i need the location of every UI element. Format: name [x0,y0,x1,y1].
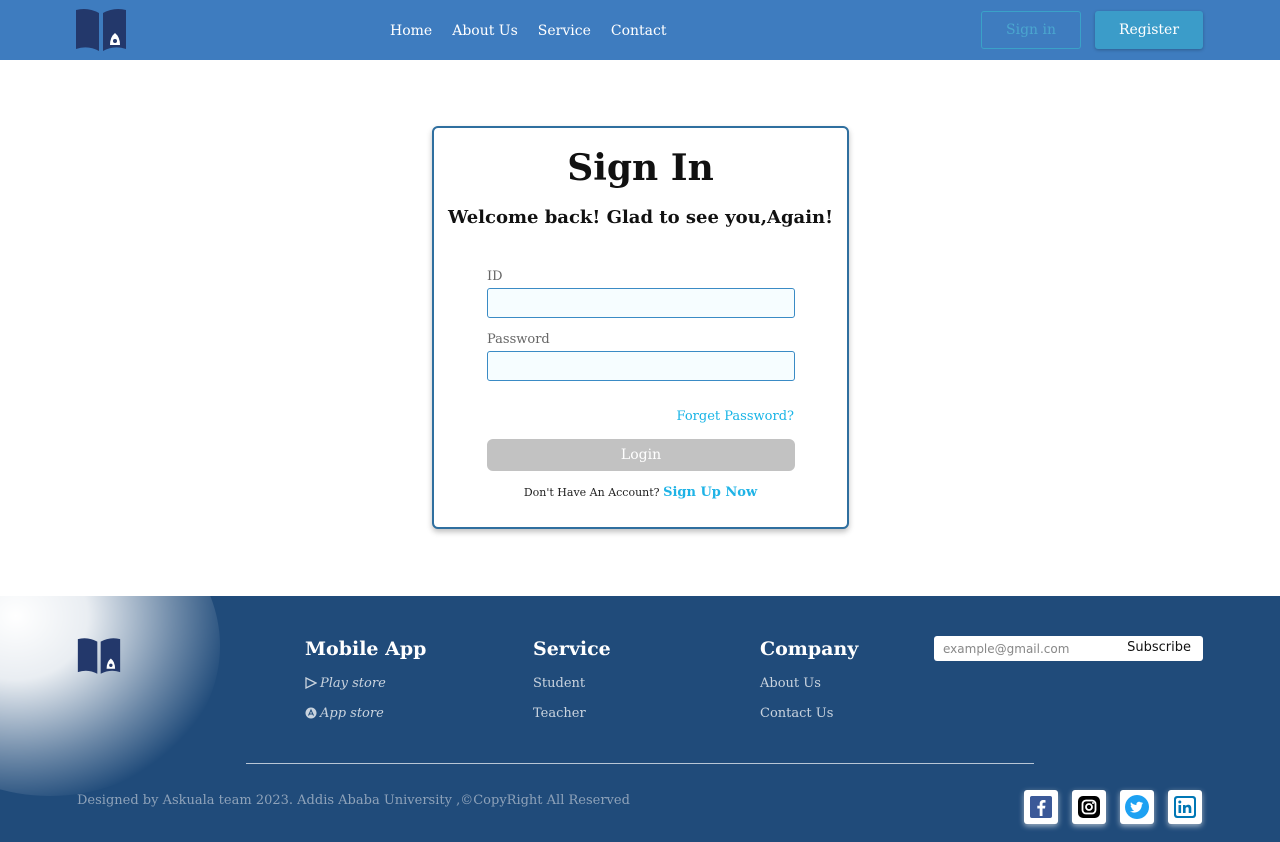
student-link[interactable]: Student [533,668,611,698]
id-label: ID [487,269,503,284]
footer-book-logo-icon [77,638,121,674]
footer-glow [0,596,220,796]
forgot-password-link[interactable]: Forget Password? [677,409,794,424]
copyright-text: Designed by Askuala team 2023. Addis Aba… [77,793,630,808]
mobile-app-heading: Mobile App [305,638,427,660]
nav-service[interactable]: Service [538,23,591,39]
password-label: Password [487,332,550,347]
page-title: Sign In [567,147,714,189]
subscribe-button[interactable]: Subscribe [1127,640,1191,655]
twitter-icon[interactable] [1120,790,1154,824]
nav-contact[interactable]: Contact [611,23,667,39]
app-store-link[interactable]: App store [305,698,426,728]
register-button[interactable]: Register [1095,11,1203,49]
company-column: Company About Us Contact Us [760,638,858,728]
sign-up-link[interactable]: Sign Up Now [663,485,757,500]
company-heading: Company [760,638,859,660]
app-store-icon [305,707,317,719]
facebook-icon[interactable] [1024,790,1058,824]
footer-contact-us-link[interactable]: Contact Us [760,698,858,728]
id-input[interactable] [487,288,795,318]
nav-home[interactable]: Home [390,23,432,39]
app-store-label: App store [320,705,384,721]
footer-about-us-link[interactable]: About Us [760,668,858,698]
book-logo-icon[interactable] [75,7,127,53]
password-input[interactable] [487,351,795,381]
mobile-app-column: Mobile App Play store App store [305,638,426,728]
linkedin-icon[interactable] [1168,790,1202,824]
welcome-subtitle: Welcome back! Glad to see you,Again! [447,207,834,228]
service-column: Service Student Teacher [533,638,611,728]
login-button[interactable]: Login [487,439,795,471]
main-nav: Home About Us Service Contact [390,23,666,39]
play-store-icon [305,677,317,689]
play-store-label: Play store [320,675,386,691]
instagram-icon[interactable] [1072,790,1106,824]
subscribe-form: Subscribe [934,636,1203,661]
signup-row: Don't Have An Account? Sign Up Now [434,485,847,500]
no-account-text: Don't Have An Account? [523,486,660,499]
play-store-link[interactable]: Play store [305,668,426,698]
teacher-link[interactable]: Teacher [533,698,611,728]
top-navbar: Home About Us Service Contact Sign in Re… [0,0,1280,60]
sign-in-button[interactable]: Sign in [981,11,1081,49]
service-heading: Service [533,638,611,660]
footer-divider [246,763,1034,764]
nav-about-us[interactable]: About Us [452,23,518,39]
subscribe-email-input[interactable] [934,636,1114,661]
footer: Mobile App Play store App store Service … [0,596,1280,842]
sign-in-card: Sign In Welcome back! Glad to see you,Ag… [432,126,849,529]
